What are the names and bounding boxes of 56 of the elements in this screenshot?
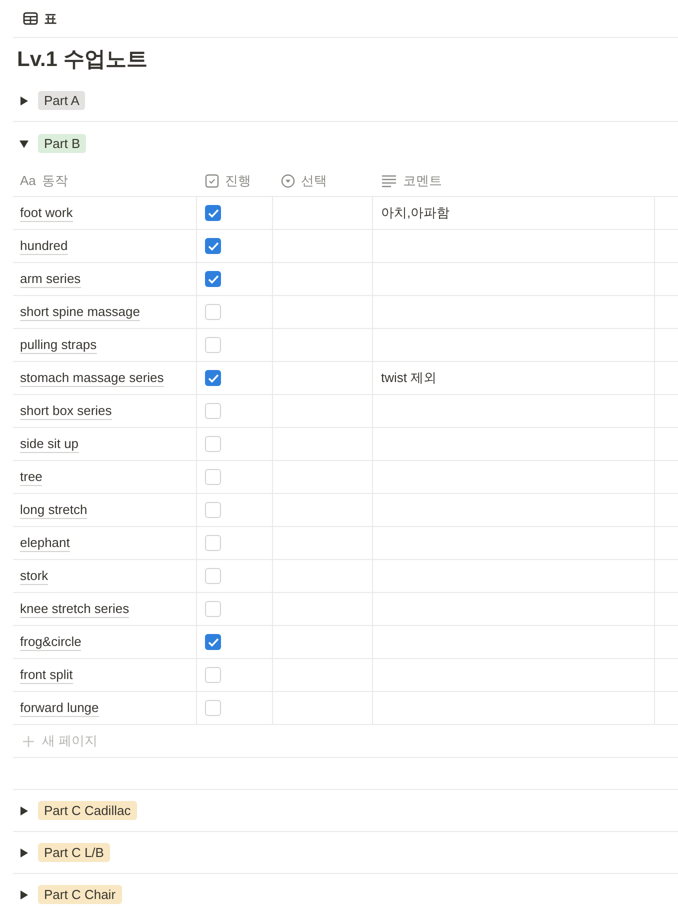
checkbox[interactable] bbox=[205, 601, 221, 617]
checkbox[interactable] bbox=[205, 403, 221, 419]
checkbox[interactable] bbox=[205, 568, 221, 584]
checkbox[interactable] bbox=[205, 271, 221, 287]
row-title[interactable]: frog&circle bbox=[20, 634, 82, 650]
expand-toggle-icon[interactable] bbox=[19, 806, 29, 816]
expand-toggle-icon[interactable] bbox=[19, 96, 29, 106]
row-title[interactable]: elephant bbox=[20, 534, 70, 552]
checkbox[interactable] bbox=[205, 238, 221, 254]
row-title[interactable]: knee stretch series bbox=[20, 600, 130, 618]
checkbox[interactable] bbox=[205, 634, 221, 650]
group-tag: Part C Chair bbox=[38, 885, 122, 904]
row-title[interactable]: short spine massage bbox=[20, 304, 140, 320]
row-title[interactable]: stork bbox=[20, 568, 48, 584]
column-header[interactable]: 코멘트 bbox=[403, 172, 442, 190]
checkbox[interactable] bbox=[205, 337, 221, 353]
collapse-toggle-icon[interactable] bbox=[19, 138, 29, 148]
row-title[interactable]: long stretch bbox=[20, 502, 88, 518]
checkbox-type-icon bbox=[205, 174, 219, 188]
group-tag: Part C L/B bbox=[38, 843, 110, 862]
checkbox[interactable] bbox=[205, 667, 221, 683]
row-title[interactable]: stomach massage series bbox=[20, 370, 164, 386]
row-title[interactable]: hundred bbox=[20, 238, 68, 254]
expand-toggle-icon[interactable] bbox=[19, 890, 29, 900]
checkbox[interactable] bbox=[205, 502, 221, 518]
row-title[interactable]: tree bbox=[20, 468, 42, 486]
checkbox[interactable] bbox=[205, 304, 221, 320]
expand-toggle-icon[interactable] bbox=[19, 848, 29, 858]
row-title[interactable]: arm series bbox=[20, 270, 81, 288]
group-tag: Part C Cadillac bbox=[38, 801, 137, 820]
text-lines-icon bbox=[381, 174, 397, 188]
checkbox[interactable] bbox=[205, 700, 221, 716]
checkbox[interactable] bbox=[205, 370, 221, 386]
checkbox[interactable] bbox=[205, 205, 221, 221]
group-tag: Part A bbox=[38, 91, 86, 110]
column-header[interactable]: 진행 bbox=[225, 172, 251, 190]
page-title: Lv.1 수업노트 bbox=[16, 47, 148, 73]
row-title[interactable]: front split bbox=[20, 666, 73, 684]
table-icon bbox=[23, 12, 38, 25]
row-title[interactable]: pulling straps bbox=[20, 336, 97, 354]
text-type-icon: Aa bbox=[20, 173, 36, 188]
row-title[interactable]: forward lunge bbox=[20, 700, 99, 716]
row-title[interactable]: short box series bbox=[20, 402, 112, 420]
select-type-icon bbox=[281, 174, 295, 188]
plus-icon bbox=[23, 736, 34, 746]
checkbox[interactable] bbox=[205, 535, 221, 551]
comment-text: 아치,아파함 bbox=[381, 204, 450, 222]
row-title[interactable]: foot work bbox=[20, 204, 73, 222]
column-header[interactable]: 선택 bbox=[301, 172, 327, 190]
group-tag: Part B bbox=[38, 134, 86, 153]
row-title[interactable]: side sit up bbox=[20, 436, 79, 452]
comment-text: twist 제외 bbox=[381, 369, 437, 387]
table-view-tab[interactable]: 표 bbox=[23, 8, 57, 30]
checkbox[interactable] bbox=[205, 436, 221, 452]
checkbox[interactable] bbox=[205, 469, 221, 485]
column-header[interactable]: 동작 bbox=[42, 172, 68, 190]
